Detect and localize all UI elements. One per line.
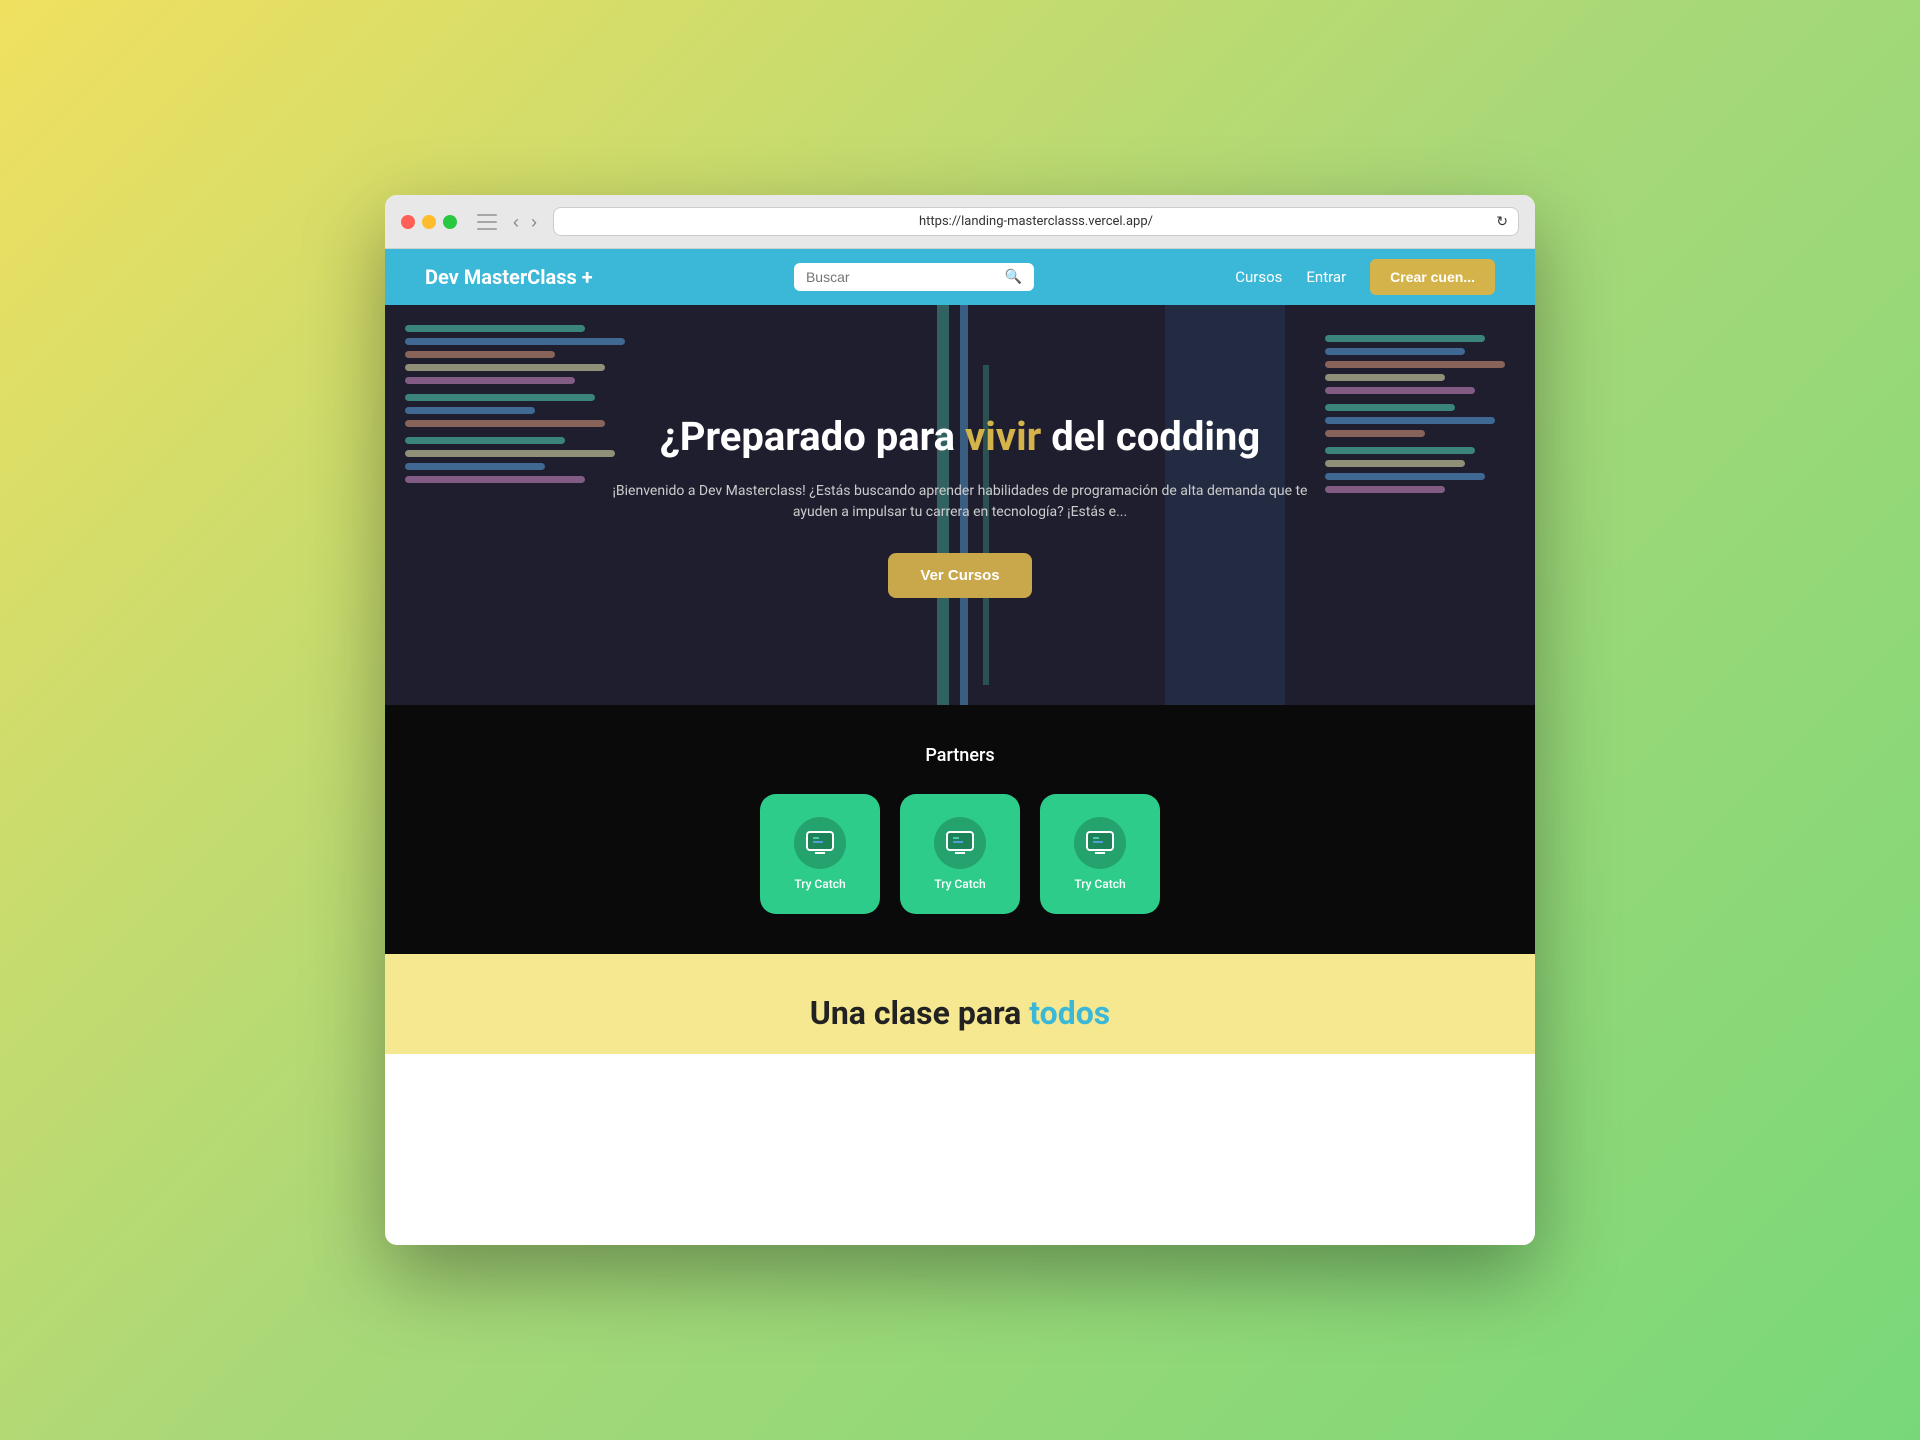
close-button[interactable] xyxy=(401,215,415,229)
partner-label-3: Try Catch xyxy=(1074,877,1125,891)
url-text: https://landing-masterclasss.vercel.app/ xyxy=(919,214,1153,229)
hero-section: ¿Preparado para vivir del codding ¡Bienv… xyxy=(385,305,1535,705)
refresh-icon[interactable]: ↻ xyxy=(1496,214,1508,230)
bottom-title: Una clase para todos xyxy=(810,994,1110,1032)
partners-title: Partners xyxy=(925,745,994,766)
minimize-button[interactable] xyxy=(422,215,436,229)
view-courses-button[interactable]: Ver Cursos xyxy=(888,553,1031,598)
address-bar[interactable]: https://landing-masterclasss.vercel.app/… xyxy=(553,207,1519,236)
traffic-lights xyxy=(401,215,457,229)
hero-subtitle: ¡Bienvenido a Dev Masterclass! ¿Estás bu… xyxy=(610,481,1310,523)
forward-button[interactable]: › xyxy=(527,213,541,231)
site-navbar: Dev MasterClass + 🔍 Cursos Entrar Crear … xyxy=(385,249,1535,305)
search-bar[interactable]: 🔍 xyxy=(794,263,1034,291)
nav-link-cursos[interactable]: Cursos xyxy=(1235,268,1282,286)
back-button[interactable]: ‹ xyxy=(509,213,523,231)
partner-card-2: Try Catch xyxy=(900,794,1020,914)
partners-grid: Try Catch Try Catch xyxy=(760,794,1160,914)
site-logo: Dev MasterClass + xyxy=(425,265,593,289)
hero-title: ¿Preparado para vivir del codding xyxy=(660,413,1260,461)
website-content: Dev MasterClass + 🔍 Cursos Entrar Crear … xyxy=(385,249,1535,1245)
nav-buttons: ‹ › xyxy=(509,213,541,231)
browser-window: ‹ › https://landing-masterclasss.vercel.… xyxy=(385,195,1535,1245)
partner-icon-2 xyxy=(934,817,986,869)
nav-links: Cursos Entrar Crear cuen... xyxy=(1235,259,1495,295)
create-account-button[interactable]: Crear cuen... xyxy=(1370,259,1495,295)
nav-link-entrar[interactable]: Entrar xyxy=(1306,268,1346,286)
bottom-section: Una clase para todos xyxy=(385,954,1535,1054)
search-icon: 🔍 xyxy=(1005,269,1022,285)
partner-card-3: Try Catch xyxy=(1040,794,1160,914)
sidebar-toggle-icon[interactable] xyxy=(477,214,497,230)
partners-section: Partners Try Catch xyxy=(385,705,1535,954)
partner-icon-3 xyxy=(1074,817,1126,869)
hero-content: ¿Preparado para vivir del codding ¡Bienv… xyxy=(385,305,1535,705)
partner-label-2: Try Catch xyxy=(934,877,985,891)
partner-icon-1 xyxy=(794,817,846,869)
maximize-button[interactable] xyxy=(443,215,457,229)
partner-card-1: Try Catch xyxy=(760,794,880,914)
browser-chrome: ‹ › https://landing-masterclasss.vercel.… xyxy=(385,195,1535,249)
partner-label-1: Try Catch xyxy=(794,877,845,891)
search-input[interactable] xyxy=(806,269,997,285)
